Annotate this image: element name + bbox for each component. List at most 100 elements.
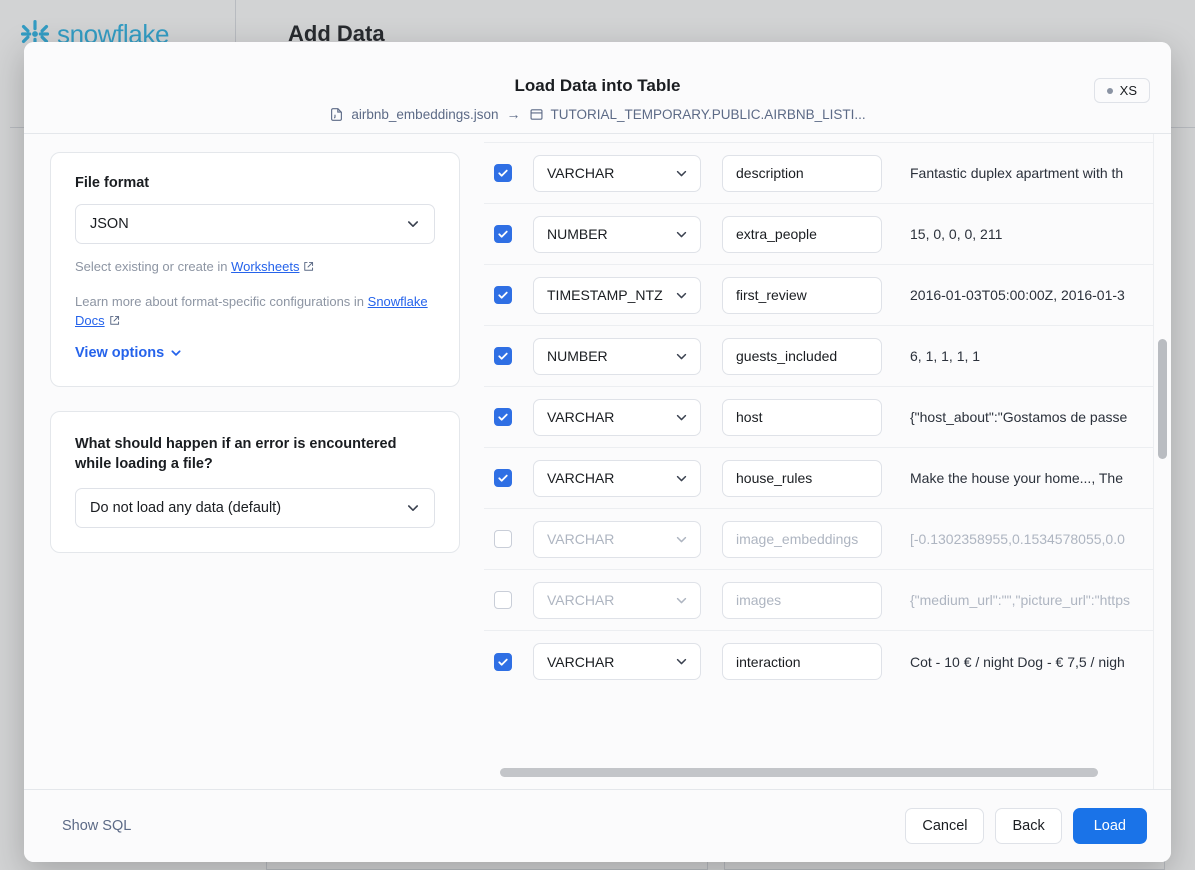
cancel-button[interactable]: Cancel: [905, 808, 985, 844]
column-type-select[interactable]: VARCHAR: [533, 398, 701, 436]
column-name-input[interactable]: extra_people: [722, 215, 882, 253]
breadcrumb-target: TUTORIAL_TEMPORARY.PUBLIC.AIRBNB_LISTI..…: [550, 106, 866, 122]
table-row: NUMBERcleaning_fee35.0, 100.0, 187.0, 21…: [484, 134, 1154, 143]
column-type-value: VARCHAR: [547, 531, 615, 547]
show-sql-button[interactable]: Show SQL: [62, 818, 131, 834]
column-include-checkbox[interactable]: [494, 530, 512, 548]
file-format-select[interactable]: JSON: [75, 204, 435, 244]
column-type-select[interactable]: TIMESTAMP_NTZ: [533, 276, 701, 314]
view-options-label: View options: [75, 344, 165, 361]
column-type-select[interactable]: VARCHAR: [533, 520, 701, 558]
view-options-toggle[interactable]: View options: [75, 345, 183, 361]
file-format-hint-docs: Learn more about format-specific configu…: [75, 292, 435, 333]
chevron-down-icon: [674, 593, 689, 608]
column-type-value: VARCHAR: [547, 592, 615, 608]
column-mapping-pane: NUMBERcleaning_fee35.0, 100.0, 187.0, 21…: [484, 134, 1171, 789]
error-handling-select[interactable]: Do not load any data (default): [75, 488, 435, 529]
file-format-card: File format JSON Select existing or crea…: [50, 152, 460, 387]
load-data-modal: Load Data into Table airbnb_embeddings.j…: [24, 42, 1171, 862]
column-name-value: extra_people: [736, 226, 817, 242]
modal-header: Load Data into Table airbnb_embeddings.j…: [24, 42, 1171, 134]
column-name-input[interactable]: guests_included: [722, 337, 882, 375]
column-name-value: guests_included: [736, 348, 838, 364]
column-name-input[interactable]: image_embeddings: [722, 520, 882, 558]
column-name-input[interactable]: interaction: [722, 643, 882, 680]
breadcrumb: airbnb_embeddings.json → TUTORIAL_TEMPOR…: [24, 106, 1171, 122]
column-type-select[interactable]: VARCHAR: [533, 581, 701, 619]
chevron-down-icon: [169, 346, 183, 360]
column-name-input[interactable]: description: [722, 154, 882, 192]
footer-button-group: Cancel Back Load: [905, 808, 1147, 844]
error-handling-card: What should happen if an error is encoun…: [50, 410, 460, 554]
column-name-value: interaction: [736, 653, 801, 670]
column-preview-value: 2016-01-03T05:00:00Z, 2016-01-3: [910, 287, 1125, 303]
column-table: NUMBERcleaning_fee35.0, 100.0, 187.0, 21…: [484, 134, 1154, 692]
file-json-icon: [329, 107, 344, 122]
warehouse-size-badge[interactable]: XS: [1093, 78, 1150, 103]
table-row: NUMBER guests_included 6, 1, 1, 1, 1: [484, 326, 1154, 387]
table-row: NUMBER extra_people 15, 0, 0, 0, 211: [484, 204, 1154, 265]
chevron-down-icon: [674, 227, 689, 242]
table-row: VARCHAR description Fantastic duplex apart…: [484, 143, 1154, 204]
column-type-value: VARCHAR: [547, 409, 615, 425]
column-type-select[interactable]: VARCHAR: [533, 459, 701, 497]
external-link-icon: [108, 313, 121, 333]
horizontal-scrollbar-thumb[interactable]: [500, 768, 1098, 777]
column-type-value: NUMBER: [547, 348, 608, 364]
column-preview-value: 15, 0, 0, 0, 211: [910, 226, 1003, 242]
hint-prefix: Learn more about format-specific configu…: [75, 293, 368, 309]
column-name-value: host: [736, 409, 763, 425]
hint-prefix: Select existing or create in: [75, 259, 232, 274]
horizontal-scrollbar[interactable]: [500, 768, 1126, 777]
table-right-edge: [1153, 134, 1154, 789]
column-name-input[interactable]: host: [722, 398, 882, 436]
column-type-select[interactable]: VARCHAR: [533, 643, 701, 680]
file-format-hint-worksheets: Select existing or create in Worksheets: [75, 257, 435, 279]
table-row: VARCHAR host {"host_about":"Gostamos de pa…: [484, 387, 1154, 448]
column-include-checkbox[interactable]: [494, 225, 512, 243]
column-type-select[interactable]: NUMBER: [533, 337, 701, 375]
column-include-checkbox[interactable]: [494, 286, 512, 304]
warehouse-size-label: XS: [1119, 83, 1137, 98]
column-include-checkbox[interactable]: [494, 164, 512, 182]
column-include-checkbox[interactable]: [494, 469, 512, 487]
column-name-value: house_rules: [736, 470, 813, 486]
column-name-input[interactable]: house_rules: [722, 459, 882, 497]
column-name-input[interactable]: first_review: [722, 276, 882, 314]
breadcrumb-source: airbnb_embeddings.json: [351, 106, 499, 122]
column-preview-value: 6, 1, 1, 1, 1: [910, 348, 981, 364]
modal-title: Load Data into Table: [514, 76, 681, 95]
column-name-value: first_review: [736, 287, 807, 303]
back-button[interactable]: Back: [995, 808, 1062, 844]
worksheets-link[interactable]: Worksheets: [231, 259, 299, 274]
column-type-value: NUMBER: [547, 226, 608, 242]
column-type-select[interactable]: VARCHAR: [533, 154, 701, 192]
chevron-down-icon: [674, 288, 689, 303]
breadcrumb-arrow-icon: →: [506, 106, 521, 122]
error-handling-question: What should happen if an error is encoun…: [75, 435, 397, 473]
status-dot-icon: [1106, 87, 1113, 94]
load-button[interactable]: Load: [1072, 808, 1147, 844]
table-row: VARCHAR interaction Cot - 10 € / night Dog…: [484, 631, 1154, 692]
column-preview-value: [-0.1302358955,0.1534578055,0.0: [910, 531, 1125, 547]
column-include-checkbox[interactable]: [494, 652, 512, 671]
column-name-input[interactable]: images: [722, 581, 882, 619]
column-type-value: VARCHAR: [547, 165, 615, 181]
chevron-down-icon: [674, 532, 689, 547]
table-row: VARCHAR images {"medium_url":"","picture_u…: [484, 570, 1154, 631]
column-name-value: description: [736, 165, 804, 181]
file-format-value: JSON: [90, 216, 129, 232]
column-preview-value: Fantastic duplex apartment with th: [910, 165, 1124, 181]
column-include-checkbox[interactable]: [494, 347, 512, 365]
chevron-down-icon: [674, 471, 689, 486]
chevron-down-icon: [674, 349, 689, 364]
column-include-checkbox[interactable]: [494, 591, 512, 609]
table-row: VARCHAR house_rules Make the house your ho…: [484, 448, 1154, 509]
vertical-scrollbar[interactable]: [1157, 134, 1168, 789]
chevron-down-icon: [674, 654, 689, 669]
table-icon: [529, 107, 544, 122]
chevron-down-icon: [405, 500, 421, 516]
vertical-scrollbar-thumb[interactable]: [1158, 339, 1167, 459]
column-type-select[interactable]: NUMBER: [533, 215, 701, 253]
column-include-checkbox[interactable]: [494, 408, 512, 426]
